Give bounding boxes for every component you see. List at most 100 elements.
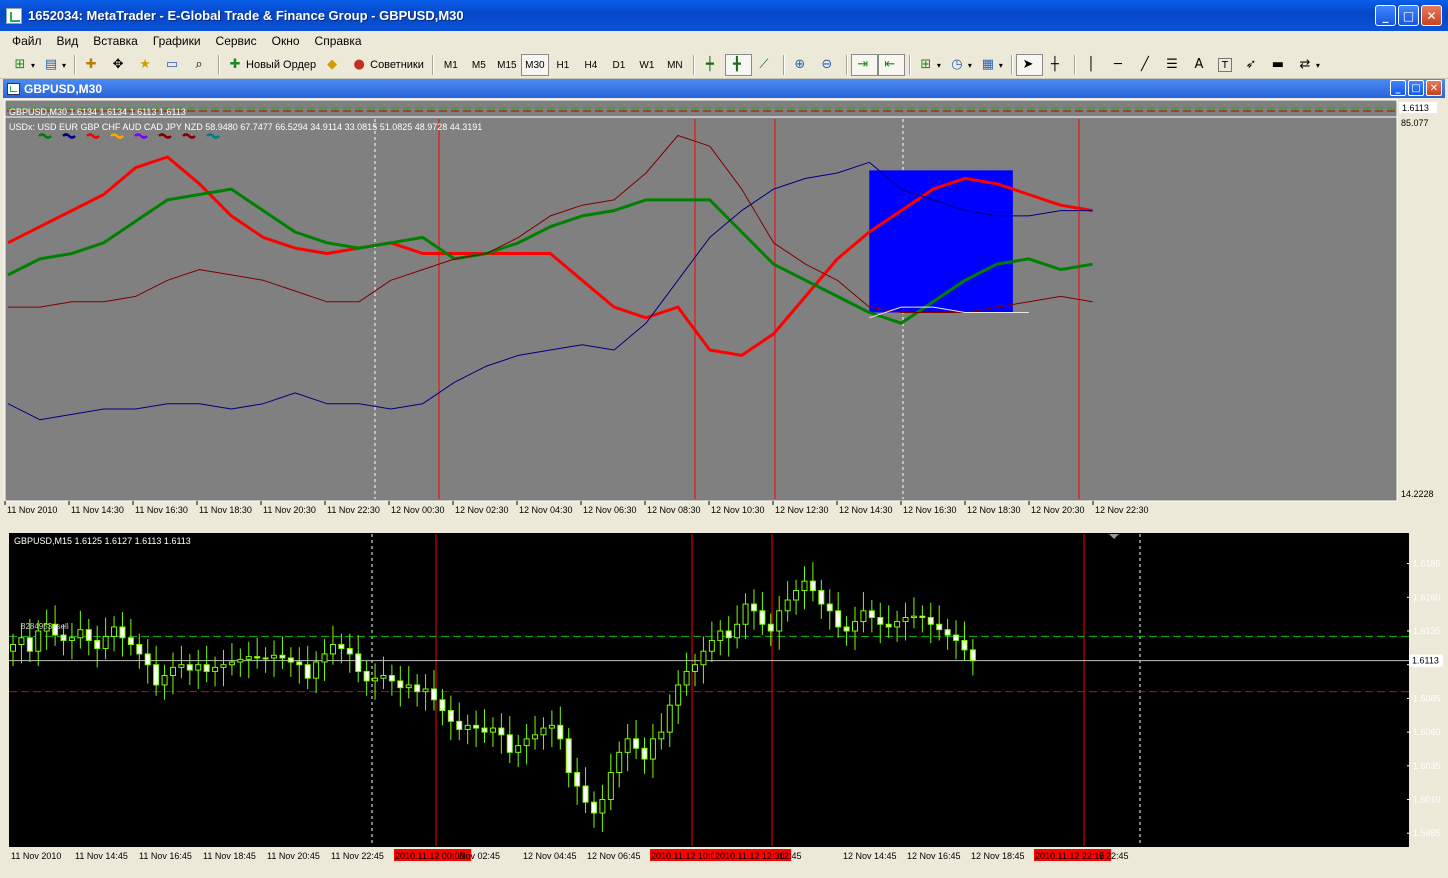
toolbar-separator: [692, 55, 694, 75]
candle-body-bull: [212, 666, 219, 672]
candle-body-bear: [633, 738, 640, 749]
new-order-icon: ✚: [229, 57, 241, 72]
candle-body-bull: [902, 617, 909, 623]
candle-body-bull: [784, 599, 791, 612]
candle-body-bull: [405, 684, 412, 689]
navigator-button[interactable]: ✥: [106, 54, 133, 76]
tester-button[interactable]: ⌕: [187, 54, 214, 76]
metaeditor-button[interactable]: ◆: [320, 54, 347, 76]
timeframe-d1[interactable]: D1: [605, 54, 633, 76]
xtick-label: 12 Nov 14:30: [839, 505, 893, 515]
candle-body-bear: [456, 720, 463, 730]
maximize-button[interactable]: □: [1398, 5, 1419, 26]
trendline-button[interactable]: ╱: [1133, 54, 1160, 76]
menu-help[interactable]: Справка: [309, 34, 371, 48]
candle-body-bear: [397, 680, 404, 689]
candle-plot-area: [9, 533, 1409, 847]
rectangle-button[interactable]: ▬: [1266, 54, 1293, 76]
arrow-button[interactable]: ➶: [1239, 54, 1266, 76]
xtick-label: 12 Nov 04:30: [519, 505, 573, 515]
xtick-label: 11 Nov 16:30: [135, 505, 188, 515]
xtick-label: 12 Nov 18:45: [971, 851, 1025, 861]
menu-window[interactable]: Окно: [266, 34, 309, 48]
timeframe-m30[interactable]: M30: [520, 54, 549, 76]
bid-price-tag: 1.6113: [1412, 656, 1439, 666]
crosshair-button[interactable]: ┼: [1043, 54, 1070, 76]
toolbar-separator: [218, 55, 220, 75]
timeframe-mn[interactable]: MN: [661, 54, 689, 76]
line-chart-button[interactable]: ⟋: [752, 54, 779, 76]
blue-rectangle-object[interactable]: [869, 170, 1013, 313]
chart-minimize-button[interactable]: _: [1390, 80, 1406, 96]
close-button[interactable]: ✕: [1421, 5, 1442, 26]
arrows-menu-button[interactable]: ⇄ ▾: [1293, 54, 1324, 76]
candle-body-bear: [843, 626, 850, 632]
xtick-label: 12 Nov 20:30: [1031, 505, 1085, 515]
timeframe-h1[interactable]: H1: [549, 54, 577, 76]
timeframe-h4[interactable]: H4: [577, 54, 605, 76]
new-order-button[interactable]: ✚ Новый Ордер: [223, 54, 320, 76]
menu-view[interactable]: Вид: [51, 34, 88, 48]
candle-body-bull: [515, 745, 522, 753]
usdx-indicator-chart[interactable]: GBPUSD,M30 1.6134 1.6134 1.6113 1.6113 1…: [3, 99, 1445, 519]
timeframe-m15[interactable]: M15: [493, 54, 521, 76]
window-title: 1652034: MetaTrader - E-Global Trade & F…: [28, 8, 464, 23]
templates-button[interactable]: ▦ ▾: [976, 54, 1007, 76]
terminal-button[interactable]: ▭: [160, 54, 187, 76]
zoom-out-button[interactable]: ⊖: [815, 54, 842, 76]
candle-body-bull: [68, 637, 75, 641]
indicators-button[interactable]: ⊞ ▾: [914, 54, 945, 76]
candle-body-bull: [178, 664, 185, 668]
chart-window-title: GBPUSD,M30: [24, 81, 103, 96]
new-chart-button[interactable]: ⊞ ▾: [8, 54, 39, 76]
candle-body-bull: [700, 650, 707, 666]
chart-close-button[interactable]: ✕: [1426, 80, 1442, 96]
text-button[interactable]: A: [1187, 54, 1214, 76]
candle-body-bear: [590, 801, 597, 814]
metatrader-app-icon: [6, 7, 22, 24]
vertical-line-button[interactable]: │: [1079, 54, 1106, 76]
candle-body-bull: [776, 610, 783, 632]
chart-shift-button[interactable]: ⇤: [877, 54, 905, 76]
candle-body-bear: [85, 629, 92, 641]
xtick-label: 11 Nov 2010: [11, 851, 61, 861]
xtick-label: 11 Nov 18:30: [199, 505, 252, 515]
market-watch-button[interactable]: ✚: [79, 54, 106, 76]
text-label-button[interactable]: T: [1214, 54, 1239, 76]
bar-chart-button[interactable]: ┿: [698, 54, 725, 76]
menu-charts[interactable]: Графики: [147, 34, 210, 48]
toolbar-separator: [431, 55, 433, 75]
fibonacci-button[interactable]: ☰: [1160, 54, 1187, 76]
candle-body-bear: [969, 649, 976, 662]
timeframe-m1[interactable]: M1: [437, 54, 465, 76]
candle-body-bear: [363, 670, 370, 682]
candle-body-bear: [582, 785, 589, 803]
gbpusd-m15-chart[interactable]: GBPUSD,M15 1.6125 1.6127 1.6113 1.6113 8…: [3, 530, 1445, 868]
candle-body-bull: [793, 590, 800, 601]
candle-body-bear: [355, 653, 362, 672]
favorites-button[interactable]: ★: [133, 54, 160, 76]
xtick-label: 11 Nov 20:45: [267, 851, 320, 861]
candle-body-bear: [439, 699, 446, 712]
candle-body-bear: [144, 653, 151, 666]
expert-advisors-label: Советники: [370, 59, 424, 71]
periods-button[interactable]: ◷ ▾: [945, 54, 976, 76]
timeframe-m5[interactable]: M5: [465, 54, 493, 76]
timeframe-w1[interactable]: W1: [633, 54, 661, 76]
candle-body-bear: [506, 734, 513, 753]
periods-icon: ◷: [951, 57, 963, 72]
candle-body-bear: [119, 626, 126, 639]
candle-body-bear: [136, 643, 143, 655]
menu-insert[interactable]: Вставка: [87, 34, 147, 48]
minimize-button[interactable]: _: [1375, 5, 1396, 26]
menu-file[interactable]: Файл: [6, 34, 51, 48]
zoom-in-button[interactable]: ⊕: [788, 54, 815, 76]
cursor-button[interactable]: ➤: [1015, 54, 1043, 76]
horizontal-line-button[interactable]: ─: [1106, 54, 1133, 76]
menu-tools[interactable]: Сервис: [210, 34, 266, 48]
expert-advisors-button[interactable]: ● Советники: [347, 54, 428, 76]
chart-maximize-button[interactable]: □: [1408, 80, 1424, 96]
profiles-button[interactable]: ▤ ▾: [39, 54, 70, 76]
candlestick-button[interactable]: ╋: [724, 54, 752, 76]
auto-scroll-button[interactable]: ⇥: [850, 54, 878, 76]
